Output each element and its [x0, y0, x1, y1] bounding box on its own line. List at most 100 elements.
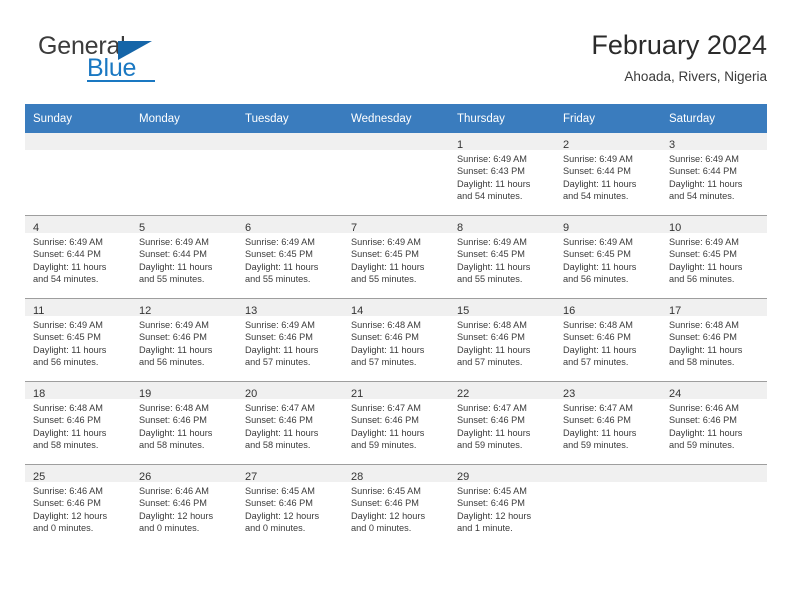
day-detail-line: Sunrise: 6:49 AM [33, 237, 103, 247]
day-detail-line: and 57 minutes. [351, 356, 417, 367]
day-number-bar: 6 [237, 216, 343, 234]
day-detail-line: and 56 minutes. [669, 273, 735, 284]
calendar-day-cell[interactable]: 16 Sunrise: 6:48 AM Sunset: 6:46 PM Dayligh… [555, 298, 661, 382]
day-number-bar: 23 [555, 382, 661, 400]
day-details: Sunrise: 6:46 AM Sunset: 6:46 PM Daylight:… [131, 482, 237, 534]
day-detail-line: Sunrise: 6:49 AM [245, 320, 315, 330]
calendar-day-cell[interactable]: 8 Sunrise: 6:49 AM Sunset: 6:45 PM Daylight… [449, 215, 555, 299]
calendar-day-cell[interactable]: 22 Sunrise: 6:47 AM Sunset: 6:46 PM Dayligh… [449, 381, 555, 465]
day-detail-line: Sunrise: 6:49 AM [351, 237, 421, 247]
day-number: 3 [669, 139, 676, 151]
weekday-header-row: Sunday Monday Tuesday Wednesday Thursday… [25, 104, 767, 133]
day-detail-line: Sunrise: 6:48 AM [563, 320, 633, 330]
day-detail-line: Sunrise: 6:45 AM [351, 486, 421, 496]
day-number: 13 [245, 305, 258, 317]
calendar-day-cell[interactable]: 7 Sunrise: 6:49 AM Sunset: 6:45 PM Daylight… [343, 215, 449, 299]
day-detail-line: Daylight: 11 hours [669, 178, 743, 189]
day-detail-line: Sunset: 6:46 PM [33, 498, 101, 509]
day-detail-line: Sunset: 6:43 PM [457, 166, 525, 177]
calendar-day-cell[interactable]: 28 Sunrise: 6:45 AM Sunset: 6:46 PM Dayligh… [343, 464, 449, 547]
day-detail-line: Daylight: 12 hours [351, 510, 426, 521]
day-number: 10 [669, 222, 682, 234]
day-detail-line: Sunset: 6:46 PM [139, 498, 207, 509]
calendar-day-cell[interactable]: 26 Sunrise: 6:46 AM Sunset: 6:46 PM Dayligh… [131, 464, 237, 547]
day-details: Sunrise: 6:49 AM Sunset: 6:45 PM Daylight:… [449, 233, 555, 285]
day-detail-line: Sunset: 6:46 PM [563, 415, 631, 426]
day-number: 21 [351, 388, 364, 400]
calendar-day-cell[interactable]: 23 Sunrise: 6:47 AM Sunset: 6:46 PM Dayligh… [555, 381, 661, 465]
day-number-bar: 18 [25, 382, 131, 400]
day-detail-line: Sunset: 6:46 PM [139, 415, 207, 426]
day-detail-line: Sunrise: 6:47 AM [457, 403, 527, 413]
day-detail-line: Sunset: 6:44 PM [139, 249, 207, 260]
calendar-day-cell[interactable]: 10 Sunrise: 6:49 AM Sunset: 6:45 PM Dayligh… [661, 215, 767, 299]
calendar-week-row: 11 Sunrise: 6:49 AM Sunset: 6:45 PM Dayligh… [25, 298, 767, 382]
day-detail-line: Sunset: 6:46 PM [563, 332, 631, 343]
calendar-day-cell[interactable]: 14 Sunrise: 6:48 AM Sunset: 6:46 PM Dayligh… [343, 298, 449, 382]
day-number-bar: 10 [661, 216, 767, 234]
day-details [237, 150, 343, 153]
day-detail-line: Sunset: 6:46 PM [457, 498, 525, 509]
calendar-day-cell[interactable]: 20 Sunrise: 6:47 AM Sunset: 6:46 PM Dayligh… [237, 381, 343, 465]
day-detail-line: and 54 minutes. [669, 190, 735, 201]
calendar-day-cell[interactable]: 3 Sunrise: 6:49 AM Sunset: 6:44 PM Daylight… [661, 133, 767, 216]
general-blue-logo[interactable]: General Blue [25, 28, 255, 88]
calendar-day-cell[interactable]: 2 Sunrise: 6:49 AM Sunset: 6:44 PM Daylight… [555, 133, 661, 216]
calendar-day-cell[interactable]: 25 Sunrise: 6:46 AM Sunset: 6:46 PM Dayligh… [25, 464, 131, 547]
day-details: Sunrise: 6:48 AM Sunset: 6:46 PM Daylight:… [449, 316, 555, 368]
calendar-day-cell[interactable]: 11 Sunrise: 6:49 AM Sunset: 6:45 PM Dayligh… [25, 298, 131, 382]
day-details: Sunrise: 6:45 AM Sunset: 6:46 PM Daylight:… [449, 482, 555, 534]
day-detail-line: Sunset: 6:46 PM [351, 498, 419, 509]
weekday-header-sunday: Sunday [25, 104, 131, 133]
day-detail-line: Sunset: 6:45 PM [33, 332, 101, 343]
day-detail-line: Sunset: 6:46 PM [457, 415, 525, 426]
day-number-bar: 27 [237, 465, 343, 483]
day-number-bar: 7 [343, 216, 449, 234]
day-number: 17 [669, 305, 682, 317]
day-detail-line: Sunrise: 6:48 AM [33, 403, 103, 413]
day-number: 1 [457, 139, 464, 151]
logo-text-blue: Blue [87, 54, 137, 82]
calendar-day-cell[interactable]: 1 Sunrise: 6:49 AM Sunset: 6:43 PM Daylight… [449, 133, 555, 216]
calendar-day-cell[interactable]: 17 Sunrise: 6:48 AM Sunset: 6:46 PM Dayligh… [661, 298, 767, 382]
day-details: Sunrise: 6:49 AM Sunset: 6:44 PM Daylight:… [25, 233, 131, 285]
day-detail-line: and 55 minutes. [351, 273, 417, 284]
calendar-day-cell[interactable]: 6 Sunrise: 6:49 AM Sunset: 6:45 PM Daylight… [237, 215, 343, 299]
calendar-day-cell[interactable]: 4 Sunrise: 6:49 AM Sunset: 6:44 PM Daylight… [25, 215, 131, 299]
calendar-day-cell[interactable]: 5 Sunrise: 6:49 AM Sunset: 6:44 PM Daylight… [131, 215, 237, 299]
calendar-day-cell[interactable]: 15 Sunrise: 6:48 AM Sunset: 6:46 PM Dayligh… [449, 298, 555, 382]
day-detail-line: Daylight: 12 hours [139, 510, 214, 521]
day-detail-line: and 57 minutes. [563, 356, 629, 367]
calendar-day-cell[interactable]: 13 Sunrise: 6:49 AM Sunset: 6:46 PM Dayligh… [237, 298, 343, 382]
calendar-day-cell[interactable]: 9 Sunrise: 6:49 AM Sunset: 6:45 PM Daylight… [555, 215, 661, 299]
day-number-bar: 13 [237, 299, 343, 317]
day-detail-line: Sunset: 6:46 PM [139, 332, 207, 343]
calendar-day-cell[interactable]: 12 Sunrise: 6:49 AM Sunset: 6:46 PM Dayligh… [131, 298, 237, 382]
day-detail-line: Sunrise: 6:49 AM [563, 154, 633, 164]
day-details: Sunrise: 6:47 AM Sunset: 6:46 PM Daylight:… [449, 399, 555, 451]
calendar-day-cell[interactable]: 18 Sunrise: 6:48 AM Sunset: 6:46 PM Dayligh… [25, 381, 131, 465]
calendar-day-cell[interactable]: 19 Sunrise: 6:48 AM Sunset: 6:46 PM Dayligh… [131, 381, 237, 465]
day-detail-line: Sunrise: 6:49 AM [139, 237, 209, 247]
calendar-day-cell-empty [555, 464, 661, 547]
calendar-day-cell-empty [131, 133, 237, 216]
day-detail-line: Sunset: 6:45 PM [351, 249, 419, 260]
day-detail-line: Daylight: 11 hours [457, 178, 531, 189]
day-number: 6 [245, 222, 252, 234]
calendar-day-cell[interactable]: 21 Sunrise: 6:47 AM Sunset: 6:46 PM Dayligh… [343, 381, 449, 465]
calendar-page: General Blue February 2024 Ahoada, River… [0, 0, 792, 612]
day-details: Sunrise: 6:49 AM Sunset: 6:45 PM Daylight:… [555, 233, 661, 285]
day-detail-line: Sunrise: 6:49 AM [457, 154, 527, 164]
calendar-day-cell[interactable]: 29 Sunrise: 6:45 AM Sunset: 6:46 PM Dayligh… [449, 464, 555, 547]
day-detail-line: Daylight: 11 hours [669, 427, 743, 438]
day-detail-line: and 0 minutes. [139, 522, 200, 533]
day-number: 8 [457, 222, 464, 234]
day-details: Sunrise: 6:49 AM Sunset: 6:45 PM Daylight:… [237, 233, 343, 285]
calendar-day-cell[interactable]: 27 Sunrise: 6:45 AM Sunset: 6:46 PM Dayligh… [237, 464, 343, 547]
day-details: Sunrise: 6:49 AM Sunset: 6:45 PM Daylight:… [661, 233, 767, 285]
calendar-day-cell[interactable]: 24 Sunrise: 6:46 AM Sunset: 6:46 PM Dayligh… [661, 381, 767, 465]
day-number: 14 [351, 305, 364, 317]
day-detail-line: and 57 minutes. [457, 356, 523, 367]
day-number: 15 [457, 305, 470, 317]
day-detail-line: and 1 minute. [457, 522, 513, 533]
